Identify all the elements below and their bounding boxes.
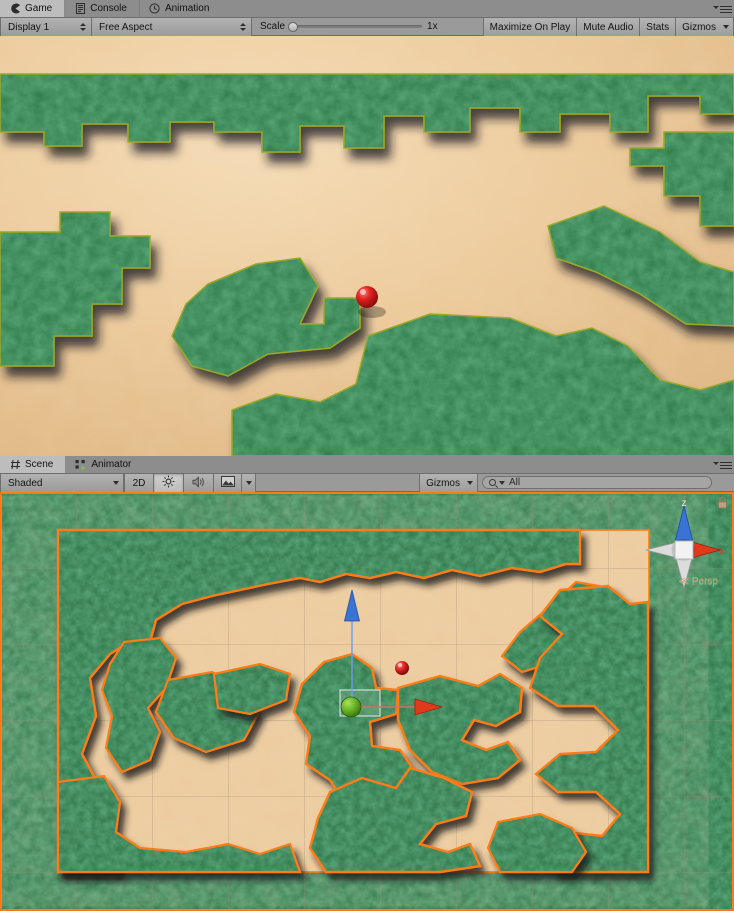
scale-slider-handle[interactable] <box>288 22 299 32</box>
toggle-2d-button[interactable]: 2D <box>124 474 154 492</box>
chevron-down-icon <box>713 5 719 9</box>
game-panel-options-button[interactable] <box>710 2 732 16</box>
game-viewport[interactable] <box>0 36 734 456</box>
sun-icon <box>162 475 175 491</box>
mute-audio-button[interactable]: Mute Audio <box>577 18 641 36</box>
tab-game[interactable]: Game <box>0 0 66 17</box>
scene-viewport[interactable]: z x ≪ Persp <box>0 492 734 911</box>
tab-console-label: Console <box>90 2 127 14</box>
game-tabstrip: Game Console Animation <box>0 0 734 18</box>
game-render <box>0 36 734 456</box>
tab-scene[interactable]: Scene <box>0 456 67 473</box>
draw-mode-dropdown[interactable]: Shaded <box>0 474 124 492</box>
nav-gizmo-neg-x-axis <box>645 542 677 558</box>
tab-animation-label: Animation <box>164 2 210 14</box>
scene-search-input[interactable]: All <box>482 476 712 489</box>
scene-gizmos-dropdown-button[interactable]: Gizmos <box>420 474 478 492</box>
gizmos-dropdown-button[interactable]: Gizmos <box>676 18 734 36</box>
chevron-down-icon <box>245 481 252 485</box>
display-dropdown-label: Display 1 <box>8 21 50 33</box>
move-gizmo-center-handle <box>340 696 362 718</box>
nav-gizmo-center-cube <box>674 540 694 560</box>
clock-icon <box>149 2 161 14</box>
scene-toolbar: Shaded 2D Gizmos All <box>0 474 734 492</box>
scene-projection-label[interactable]: ≪ Persp <box>679 576 718 587</box>
toggle-audio-button[interactable] <box>184 474 214 492</box>
scene-red-sphere[interactable] <box>395 661 409 675</box>
toggle-2d-label: 2D <box>132 477 146 489</box>
scene-grid-icon <box>9 458 21 470</box>
effects-dropdown-button[interactable] <box>242 474 256 492</box>
chevron-down-icon <box>713 461 719 465</box>
tab-game-label: Game <box>25 2 53 14</box>
chevron-down-icon <box>467 481 473 485</box>
toggle-effects-button[interactable] <box>214 474 242 492</box>
nav-gizmo-z-axis <box>674 505 694 545</box>
tab-animation[interactable]: Animation <box>140 0 221 17</box>
scale-slider[interactable] <box>288 22 423 32</box>
scene-gizmos-label: Gizmos <box>426 477 460 489</box>
chevron-down-icon <box>723 25 729 29</box>
scene-panel-options-button[interactable] <box>710 458 732 472</box>
mute-audio-label: Mute Audio <box>583 21 634 33</box>
console-icon <box>74 2 86 14</box>
game-toolbar: Display 1 Free Aspect Scale 1x Maximize … <box>0 18 734 36</box>
tab-console[interactable]: Console <box>65 0 140 17</box>
draw-mode-label: Shaded <box>8 477 43 489</box>
chevron-down-icon <box>113 481 119 485</box>
aspect-dropdown[interactable]: Free Aspect <box>92 18 252 36</box>
speaker-icon <box>192 475 206 491</box>
hamburger-icon <box>720 460 732 471</box>
scene-search-value: All <box>509 477 521 488</box>
nav-gizmo-x-axis <box>689 541 722 559</box>
updown-icon <box>239 23 247 31</box>
scale-slider-group[interactable]: Scale 1x <box>252 18 446 35</box>
hamburger-icon <box>720 4 732 15</box>
tab-animator-label: Animator <box>91 458 132 470</box>
chevron-down-icon[interactable] <box>499 480 505 485</box>
toggle-lighting-button[interactable] <box>154 474 184 492</box>
persp-text: Persp <box>691 576 718 587</box>
scene-render <box>0 492 734 911</box>
image-icon <box>220 476 235 490</box>
scene-tabstrip: Scene Animator <box>0 456 734 474</box>
maximize-on-play-label: Maximize On Play <box>489 21 571 33</box>
stats-label: Stats <box>646 21 670 33</box>
nav-gizmo-z-label: z <box>682 500 687 509</box>
updown-icon <box>79 23 87 31</box>
scale-value: 1x <box>427 21 438 32</box>
persp-arrow-icon: ≪ <box>678 576 690 587</box>
scene-panel: Scene Animator Shaded 2D Gizmos All <box>0 456 734 492</box>
gizmos-label: Gizmos <box>682 21 716 33</box>
animator-nodes-icon <box>75 458 87 470</box>
stats-button[interactable]: Stats <box>640 18 677 36</box>
scene-view-lock-icon[interactable] <box>717 496 728 512</box>
aspect-dropdown-label: Free Aspect <box>99 21 153 33</box>
tab-animator[interactable]: Animator <box>66 456 143 473</box>
search-icon <box>489 479 496 486</box>
nav-gizmo-x-label: x <box>720 546 725 557</box>
scale-label: Scale <box>260 21 286 32</box>
maximize-on-play-button[interactable]: Maximize On Play <box>482 18 578 36</box>
display-dropdown[interactable]: Display 1 <box>0 18 92 36</box>
game-panel: Game Console Animation Display 1 Free As… <box>0 0 734 36</box>
game-pacman-icon <box>9 2 21 14</box>
tab-scene-label: Scene <box>25 458 54 470</box>
